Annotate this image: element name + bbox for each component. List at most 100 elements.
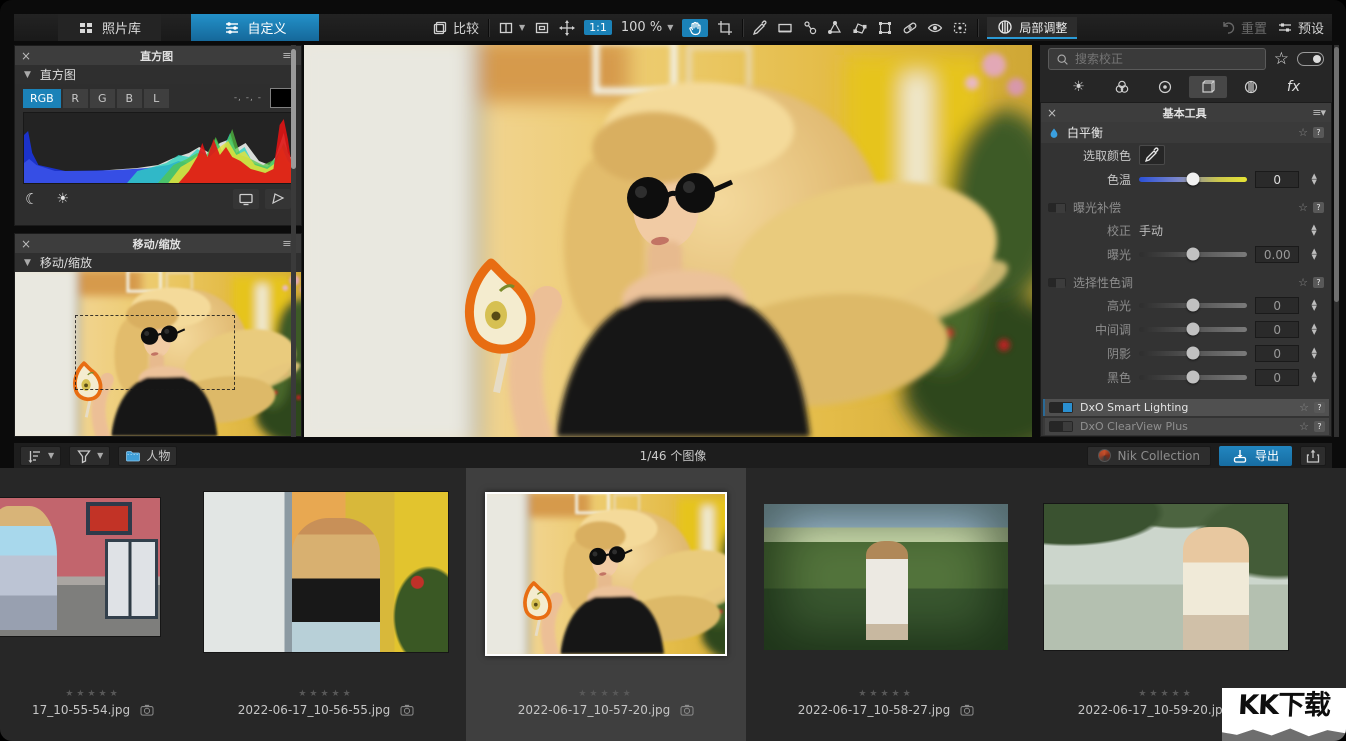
section-toggle[interactable] [1048,203,1066,212]
slider-knob[interactable] [1187,371,1200,384]
rating-stars[interactable]: ★★★★★ [186,689,466,699]
temperature-value[interactable]: 0 [1255,171,1299,188]
category-geometry-icon[interactable] [1189,76,1227,98]
shadows-value[interactable]: 0 [1255,345,1299,362]
eye-icon[interactable] [927,20,943,36]
shadows-slider[interactable] [1139,351,1247,356]
current-folder[interactable]: 人物 [118,446,177,466]
search-box[interactable] [1048,48,1266,70]
healing-tool-icon[interactable] [902,20,918,36]
star-icon[interactable]: ☆ [1298,126,1308,139]
filmstrip-item-2[interactable]: ★★★★★ 2022-06-17_10-56-55.jpg [186,468,466,741]
close-icon[interactable]: × [1047,106,1057,120]
reset-button[interactable]: 重置 [1220,18,1267,37]
filter-button[interactable]: ▼ [69,446,110,466]
highlights-value[interactable]: 0 [1255,297,1299,314]
fit-screen-icon[interactable] [534,20,550,36]
smart-lighting-toggle[interactable] [1049,402,1073,413]
star-icon[interactable]: ☆ [1299,420,1309,433]
stepper[interactable]: ▲▼ [1307,371,1321,383]
slider-knob[interactable] [1187,248,1200,261]
stepper[interactable]: ▲▼ [1307,323,1321,335]
category-detail-icon[interactable] [1146,76,1184,98]
export-button[interactable]: 导出 [1219,446,1292,466]
selective-tone-header[interactable]: 选择性色调 ☆? [1041,272,1331,293]
horizon-tool-icon[interactable] [777,20,793,36]
slider-knob[interactable] [1187,323,1200,336]
exposure-comp-header[interactable]: 曝光补偿 ☆? [1041,197,1331,218]
rating-stars[interactable]: ★★★★★ [466,689,746,699]
filmstrip-item-1[interactable]: ★★★★★ 17_10-55-54.jpg [0,468,186,741]
stepper[interactable]: ▲▼ [1307,248,1321,260]
temperature-slider[interactable] [1139,177,1247,182]
navigator-view-rectangle[interactable] [75,315,235,390]
favorites-filter-icon[interactable]: ☆ [1274,49,1289,69]
category-fx-icon[interactable]: fx [1275,76,1313,98]
presets-button[interactable]: 预设 [1277,18,1324,37]
help-icon[interactable]: ? [1313,127,1324,138]
share-button[interactable] [1300,446,1326,466]
crop-tool-icon[interactable] [717,20,733,36]
monitor-icon[interactable] [233,189,259,209]
correction-mode-value[interactable]: 手动 [1139,222,1163,239]
slider-knob[interactable] [1187,347,1200,360]
tab-photo-library[interactable]: 照片库 [58,14,161,41]
compare-button[interactable]: 比较 [432,18,479,37]
zoom-level-dropdown[interactable]: 100 % ▼ [621,20,673,35]
ratio-1-1-button[interactable]: 1:1 [584,20,612,35]
local-adjustments-button[interactable]: 局部调整 [987,17,1077,39]
dxo-clearview-bar[interactable]: DxO ClearView Plus ☆? [1043,418,1329,435]
transform-grid-tool-icon[interactable] [877,20,893,36]
move-tool-icon[interactable] [559,20,575,36]
category-local-icon[interactable] [1232,76,1270,98]
exposure-slider[interactable] [1139,252,1247,257]
thumbnail-image[interactable] [0,498,160,636]
stepper[interactable]: ▲▼ [1307,224,1321,236]
eyedropper-tool-icon[interactable] [752,20,768,36]
stepper[interactable]: ▲▼ [1307,173,1321,185]
image-viewer[interactable] [304,45,1032,437]
polygon-tool-icon[interactable] [852,20,868,36]
panel-menu-icon[interactable]: ≡▾ [1312,106,1325,119]
help-icon[interactable]: ? [1313,202,1324,213]
hand-tool-button[interactable] [682,19,708,37]
category-light-icon[interactable]: ☀ [1060,76,1098,98]
histogram-section-row[interactable]: ▼ 直方图 [15,65,301,84]
clearview-toggle[interactable] [1049,421,1073,432]
category-color-icon[interactable] [1103,76,1141,98]
search-input[interactable] [1075,52,1258,66]
thumbnail-image[interactable] [204,492,448,652]
slider-knob[interactable] [1187,299,1200,312]
white-balance-header[interactable]: 白平衡 ☆? [1041,122,1331,143]
channel-rgb-button[interactable]: RGB [23,89,61,108]
tab-customize[interactable]: 自定义 [191,14,319,41]
blacks-slider[interactable] [1139,375,1247,380]
filmstrip-item-3-selected[interactable]: ★★★★★ 2022-06-17_10-57-20.jpg [466,468,746,741]
rating-stars[interactable]: ★★★★★ [0,689,186,699]
slider-knob[interactable] [1187,173,1200,186]
dxo-smart-lighting-bar[interactable]: DxO Smart Lighting ☆? [1043,399,1329,416]
channel-g-button[interactable]: G [90,89,115,108]
exposure-value[interactable]: 0.00 [1255,246,1299,263]
control-line-tool-icon[interactable] [827,20,843,36]
pick-color-eyedropper-button[interactable] [1139,145,1165,165]
navigator-preview[interactable] [15,272,301,436]
star-icon[interactable]: ☆ [1298,276,1308,289]
control-point-tool-icon[interactable] [802,20,818,36]
sort-button[interactable]: ▼ [20,446,61,466]
channel-l-button[interactable]: L [144,89,169,108]
channel-b-button[interactable]: B [117,89,142,108]
thumbnail-image[interactable] [485,492,727,656]
section-toggle[interactable] [1048,278,1066,287]
help-icon[interactable]: ? [1313,277,1324,288]
sampler-tool-icon[interactable] [952,20,968,36]
highlights-slider[interactable] [1139,303,1247,308]
midtones-value[interactable]: 0 [1255,321,1299,338]
shadow-clipping-icon[interactable]: ☾ [25,190,38,208]
star-icon[interactable]: ☆ [1299,401,1309,414]
filmstrip-item-4[interactable]: ★★★★★ 2022-06-17_10-58-27.jpg [746,468,1026,741]
help-icon[interactable]: ? [1314,402,1325,413]
rating-stars[interactable]: ★★★★★ [746,689,1026,699]
left-scrollbar[interactable] [291,45,296,437]
navigator-section-row[interactable]: ▼ 移动/缩放 [15,253,301,272]
